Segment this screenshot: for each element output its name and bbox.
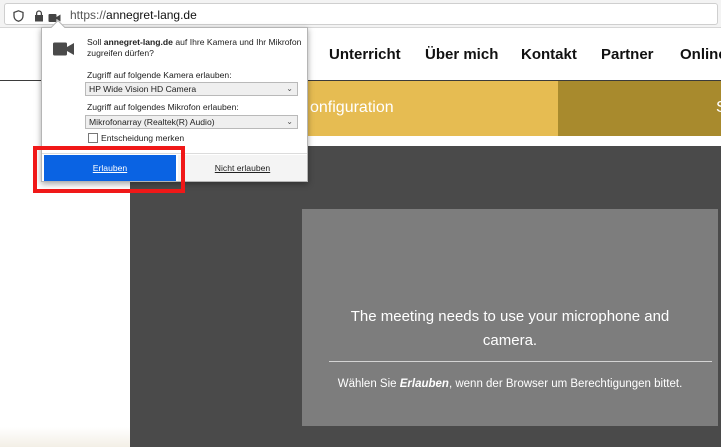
prompt-message: Soll annegret-lang.de auf Ihre Kamera un… (87, 37, 302, 58)
remember-decision-label[interactable]: Entscheidung merken (101, 133, 184, 143)
microphone-select-value: Mikrofonarray (Realtek(R) Audio) (89, 117, 215, 127)
camera-select-label: Zugriff auf folgende Kamera erlauben: (87, 70, 232, 80)
chevron-down-icon: ⌄ (286, 117, 293, 126)
shield-icon[interactable] (13, 9, 24, 27)
nav-item-unterricht[interactable]: Unterricht (329, 46, 401, 63)
banner-title: onfiguration (310, 99, 394, 116)
permission-info-card: The meeting needs to use your microphone… (302, 209, 718, 426)
card-title: The meeting needs to use your microphone… (350, 308, 670, 349)
banner-right-text: S (716, 99, 721, 117)
meeting-area: The meeting needs to use your microphone… (130, 146, 721, 447)
left-margin-footer (0, 427, 130, 447)
microphone-select-label: Zugriff auf folgendes Mikrofon erlauben: (87, 102, 239, 112)
deny-button[interactable]: Nicht erlauben (178, 155, 307, 181)
card-divider (329, 361, 712, 362)
address-field[interactable]: https://annegret-lang.de (4, 3, 718, 25)
lock-icon[interactable] (34, 9, 44, 27)
nav-item-kontakt[interactable]: Kontakt (521, 46, 577, 63)
nav-item-partner[interactable]: Partner (601, 46, 654, 63)
chevron-down-icon: ⌄ (286, 84, 293, 93)
browser-url-bar: https://annegret-lang.de (0, 0, 721, 28)
card-instruction: Wählen Sie Erlauben, wenn der Browser um… (337, 378, 683, 390)
microphone-select[interactable]: Mikrofonarray (Realtek(R) Audio) ⌄ (85, 115, 298, 129)
camera-select-value: HP Wide Vision HD Camera (89, 84, 197, 94)
banner-right-panel[interactable]: S (558, 81, 721, 136)
nav-item-online[interactable]: Online (680, 46, 721, 63)
camera-select[interactable]: HP Wide Vision HD Camera ⌄ (85, 82, 298, 96)
allow-button-highlight (33, 146, 185, 193)
remember-decision-checkbox[interactable] (88, 133, 98, 143)
camera-icon (53, 41, 75, 62)
url-text[interactable]: https://annegret-lang.de (70, 8, 197, 22)
nav-item-ueber-mich[interactable]: Über mich (425, 46, 498, 63)
